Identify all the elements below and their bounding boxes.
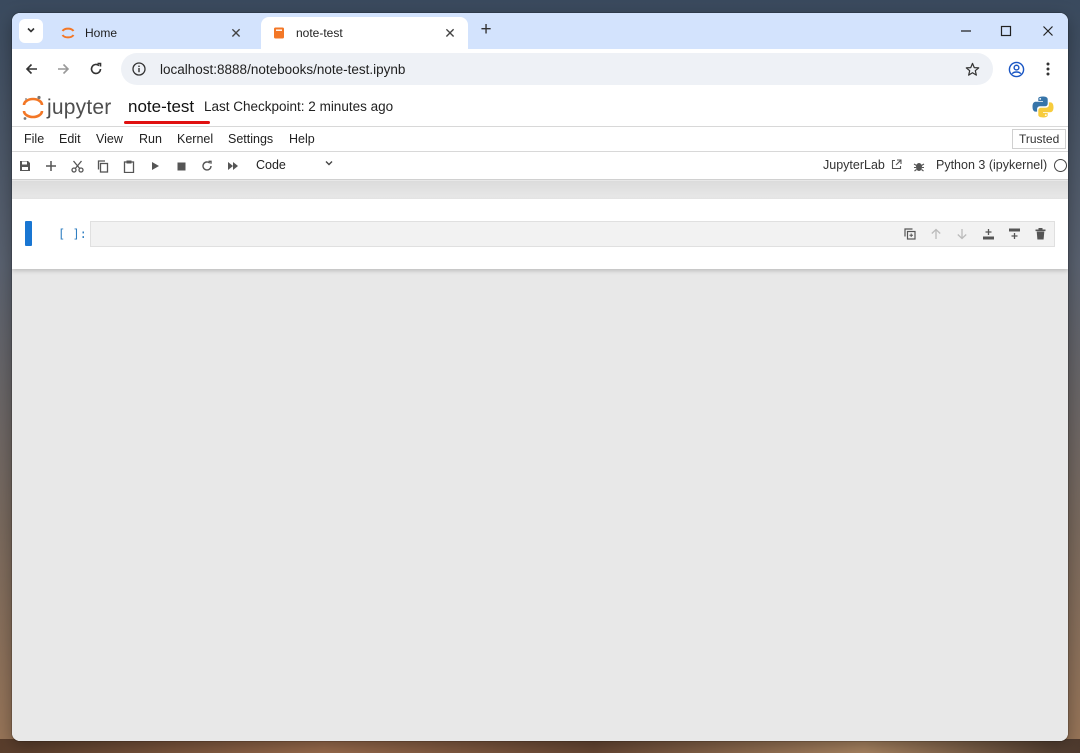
tab-title: Home bbox=[85, 26, 118, 40]
tab-strip: Home ✕ note-test ✕ + bbox=[12, 13, 1068, 49]
cell-collapser[interactable] bbox=[25, 221, 32, 246]
kernel-idle-icon bbox=[1054, 159, 1067, 172]
browser-window: Home ✕ note-test ✕ + localhost:8888/note… bbox=[12, 13, 1068, 741]
open-jupyterlab-link[interactable]: JupyterLab bbox=[823, 158, 902, 172]
add-cell-icon[interactable] bbox=[42, 157, 60, 175]
notebook-top-shade bbox=[12, 181, 1068, 199]
minimize-icon[interactable] bbox=[956, 21, 976, 41]
code-cell-input[interactable] bbox=[90, 221, 1055, 247]
close-icon[interactable]: ✕ bbox=[228, 25, 244, 41]
save-icon[interactable] bbox=[16, 157, 34, 175]
paste-icon[interactable] bbox=[120, 157, 138, 175]
trusted-badge[interactable]: Trusted bbox=[1012, 129, 1067, 149]
notebook-favicon-icon bbox=[271, 25, 287, 41]
last-checkpoint-text: Last Checkpoint: 2 minutes ago bbox=[204, 99, 394, 114]
menu-edit[interactable]: Edit bbox=[59, 132, 81, 146]
url-text: localhost:8888/notebooks/note-test.ipynb bbox=[160, 61, 406, 77]
menu-run[interactable]: Run bbox=[139, 132, 162, 146]
fast-forward-icon[interactable] bbox=[224, 157, 242, 175]
chevron-down-icon[interactable] bbox=[324, 157, 334, 171]
jupyter-logo-text: jupyter bbox=[47, 96, 112, 119]
jupyter-header: jupyter note-test Last Checkpoint: 2 min… bbox=[12, 89, 1068, 127]
move-down-icon[interactable] bbox=[954, 226, 970, 242]
menu-view[interactable]: View bbox=[96, 132, 123, 146]
navigation-bar: localhost:8888/notebooks/note-test.ipynb bbox=[12, 49, 1068, 89]
notebook-toolbar: Code JupyterLab Python 3 (ipykernel) bbox=[12, 152, 1068, 180]
profile-icon[interactable] bbox=[1006, 59, 1026, 79]
reload-icon[interactable] bbox=[86, 59, 106, 79]
arrow-left-icon[interactable] bbox=[22, 59, 42, 79]
info-icon[interactable] bbox=[131, 61, 147, 77]
jupyter-favicon-icon bbox=[60, 25, 76, 41]
move-up-icon[interactable] bbox=[928, 226, 944, 242]
copy-icon[interactable] bbox=[94, 157, 112, 175]
kernel-name[interactable]: Python 3 (ipykernel) bbox=[936, 158, 1047, 172]
cut-icon[interactable] bbox=[68, 157, 86, 175]
cell-prompt: [ ]: bbox=[58, 227, 87, 241]
star-icon[interactable] bbox=[962, 59, 982, 79]
duplicate-cell-icon[interactable] bbox=[902, 226, 918, 242]
close-icon[interactable]: ✕ bbox=[442, 25, 458, 41]
menu-bar: File Edit View Run Kernel Settings Help … bbox=[12, 127, 1068, 152]
tab-search-button[interactable] bbox=[19, 19, 43, 43]
stop-icon[interactable] bbox=[172, 157, 190, 175]
jupyterlab-link-label: JupyterLab bbox=[823, 158, 885, 172]
tab-home[interactable]: Home ✕ bbox=[50, 17, 254, 49]
menu-settings[interactable]: Settings bbox=[228, 132, 273, 146]
maximize-icon[interactable] bbox=[996, 21, 1016, 41]
tab-title: note-test bbox=[296, 26, 343, 40]
run-icon[interactable] bbox=[146, 157, 164, 175]
menu-kernel[interactable]: Kernel bbox=[177, 132, 213, 146]
insert-above-icon[interactable] bbox=[980, 226, 996, 242]
python-logo-icon bbox=[1031, 95, 1055, 119]
cell-type-select[interactable]: Code bbox=[256, 158, 286, 172]
tab-note-test[interactable]: note-test ✕ bbox=[261, 17, 468, 49]
menu-file[interactable]: File bbox=[24, 132, 44, 146]
jupyter-logo-icon bbox=[22, 95, 44, 120]
arrow-right-icon[interactable] bbox=[53, 59, 73, 79]
close-window-icon[interactable] bbox=[1038, 21, 1058, 41]
insert-below-icon[interactable] bbox=[1006, 226, 1022, 242]
address-bar[interactable]: localhost:8888/notebooks/note-test.ipynb bbox=[121, 53, 993, 85]
restart-icon[interactable] bbox=[198, 157, 216, 175]
chevron-down-icon bbox=[26, 22, 36, 40]
notebook-title[interactable]: note-test bbox=[128, 97, 194, 117]
plus-icon[interactable]: + bbox=[476, 20, 496, 41]
kebab-icon[interactable] bbox=[1038, 59, 1058, 79]
bug-icon[interactable] bbox=[910, 157, 928, 175]
desktop-wallpaper bbox=[0, 739, 1080, 753]
delete-cell-icon[interactable] bbox=[1032, 226, 1048, 242]
notebook-panel: [ ]: bbox=[12, 199, 1068, 269]
menu-help[interactable]: Help bbox=[289, 132, 315, 146]
external-link-icon bbox=[892, 159, 902, 170]
annotation-underline bbox=[124, 121, 210, 124]
notebook-area: [ ]: bbox=[12, 181, 1068, 741]
jupyter-logo[interactable]: jupyter bbox=[22, 94, 111, 122]
